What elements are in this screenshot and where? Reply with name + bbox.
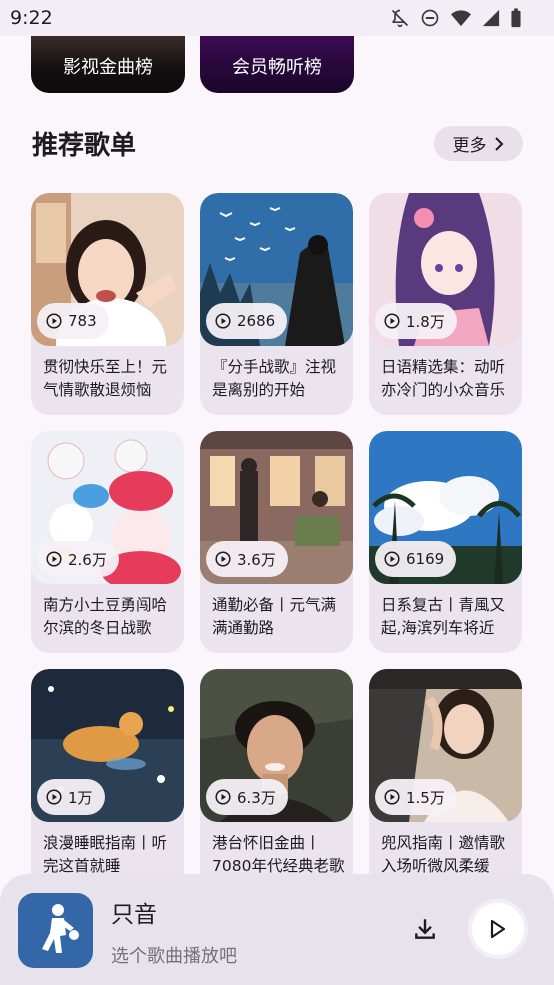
download-button[interactable]: [408, 912, 442, 946]
chart-card-film-tv[interactable]: 影视金曲榜: [31, 36, 185, 93]
status-bar: 9:22: [0, 0, 554, 36]
basketball-player-icon: [42, 904, 79, 953]
play-count: 2.6万: [68, 550, 107, 569]
play-count: 3.6万: [237, 550, 276, 569]
playlist-title: 通勤必备丨元气满满通勤路: [212, 596, 337, 637]
play-count: 1万: [68, 788, 93, 807]
playlist-title: 南方小土豆勇闯哈尔滨的冬日战歌: [43, 596, 168, 637]
play-count-chip: 1万: [37, 779, 105, 815]
mini-player[interactable]: 只音 选个歌曲播放吧: [0, 874, 554, 985]
playlist-title: 日系复古丨青風又起,海滨列车将近: [381, 596, 506, 637]
play-count: 1.8万: [406, 312, 445, 331]
more-button[interactable]: 更多: [434, 126, 523, 161]
play-count-chip: 2686: [206, 303, 288, 339]
play-button[interactable]: [468, 899, 528, 959]
playlist-title: 日语精选集：动听亦冷门的小众音乐: [381, 358, 506, 399]
playlist-card[interactable]: 6169 日系复古丨青風又起,海滨列车将近: [369, 431, 522, 653]
play-count: 783: [68, 312, 97, 330]
play-count-chip: 2.6万: [37, 541, 119, 577]
play-circle-icon: [384, 551, 400, 567]
play-count: 6.3万: [237, 788, 276, 807]
playlist-card[interactable]: 1万 浪漫睡眠指南丨听完这首就睡: [31, 669, 184, 891]
status-icons: [390, 8, 522, 28]
play-count: 6169: [406, 550, 445, 568]
playlist-card[interactable]: 1.5万 兜风指南丨邀情歌入场听微风柔缓: [369, 669, 522, 891]
wifi-icon: [451, 10, 471, 27]
do-not-disturb-icon: [421, 9, 439, 27]
chart-card-label: 影视金曲榜: [63, 57, 153, 78]
play-count-chip: 3.6万: [206, 541, 288, 577]
play-count: 1.5万: [406, 788, 445, 807]
cell-signal-icon: [482, 9, 500, 27]
playlist-title: 『分手战歌』注视是离别的开始: [212, 358, 337, 399]
play-count-chip: 1.8万: [375, 303, 457, 339]
playlist-card[interactable]: 3.6万 通勤必备丨元气满满通勤路: [200, 431, 353, 653]
chart-card-label: 会员畅听榜: [232, 57, 322, 78]
playlist-card[interactable]: 6.3万 港台怀旧金曲丨7080年代经典老歌: [200, 669, 353, 891]
play-icon: [490, 919, 506, 939]
play-circle-icon: [215, 551, 231, 567]
download-icon: [415, 919, 435, 939]
chevron-right-icon: [494, 136, 503, 151]
play-circle-icon: [384, 789, 400, 805]
notifications-off-icon: [391, 9, 409, 28]
album-art[interactable]: [18, 893, 93, 968]
play-circle-icon: [384, 313, 400, 329]
playlist-title: 港台怀旧金曲丨7080年代经典老歌: [212, 834, 345, 875]
play-circle-icon: [215, 313, 231, 329]
play-circle-icon: [46, 313, 62, 329]
chart-cards: 影视金曲榜 会员畅听榜: [0, 36, 554, 96]
battery-icon: [511, 8, 521, 28]
playlist-card[interactable]: 2686 『分手战歌』注视是离别的开始: [200, 193, 353, 415]
player-subtitle: 选个歌曲播放吧: [111, 946, 237, 967]
playlist-title: 贯彻快乐至上！元气情歌散退烦恼: [43, 358, 168, 399]
playlist-card[interactable]: 783 贯彻快乐至上！元气情歌散退烦恼: [31, 193, 184, 415]
play-count-chip: 1.5万: [375, 779, 457, 815]
status-time: 9:22: [10, 7, 53, 29]
play-circle-icon: [46, 551, 62, 567]
play-circle-icon: [215, 789, 231, 805]
play-count: 2686: [237, 312, 276, 330]
play-count-chip: 783: [37, 303, 109, 339]
chart-card-vip[interactable]: 会员畅听榜: [200, 36, 354, 93]
playlist-card[interactable]: 2.6万 南方小土豆勇闯哈尔滨的冬日战歌: [31, 431, 184, 653]
more-button-label: 更多: [452, 136, 487, 156]
play-count-chip: 6.3万: [206, 779, 288, 815]
playlist-title: 浪漫睡眠指南丨听完这首就睡: [43, 834, 168, 875]
player-title: 只音: [111, 902, 157, 928]
play-circle-icon: [46, 789, 62, 805]
play-count-chip: 6169: [375, 541, 457, 577]
playlist-title: 兜风指南丨邀情歌入场听微风柔缓: [381, 834, 506, 875]
section-title: 推荐歌单: [32, 131, 137, 161]
playlist-card[interactable]: 1.8万 日语精选集：动听亦冷门的小众音乐: [369, 193, 522, 415]
